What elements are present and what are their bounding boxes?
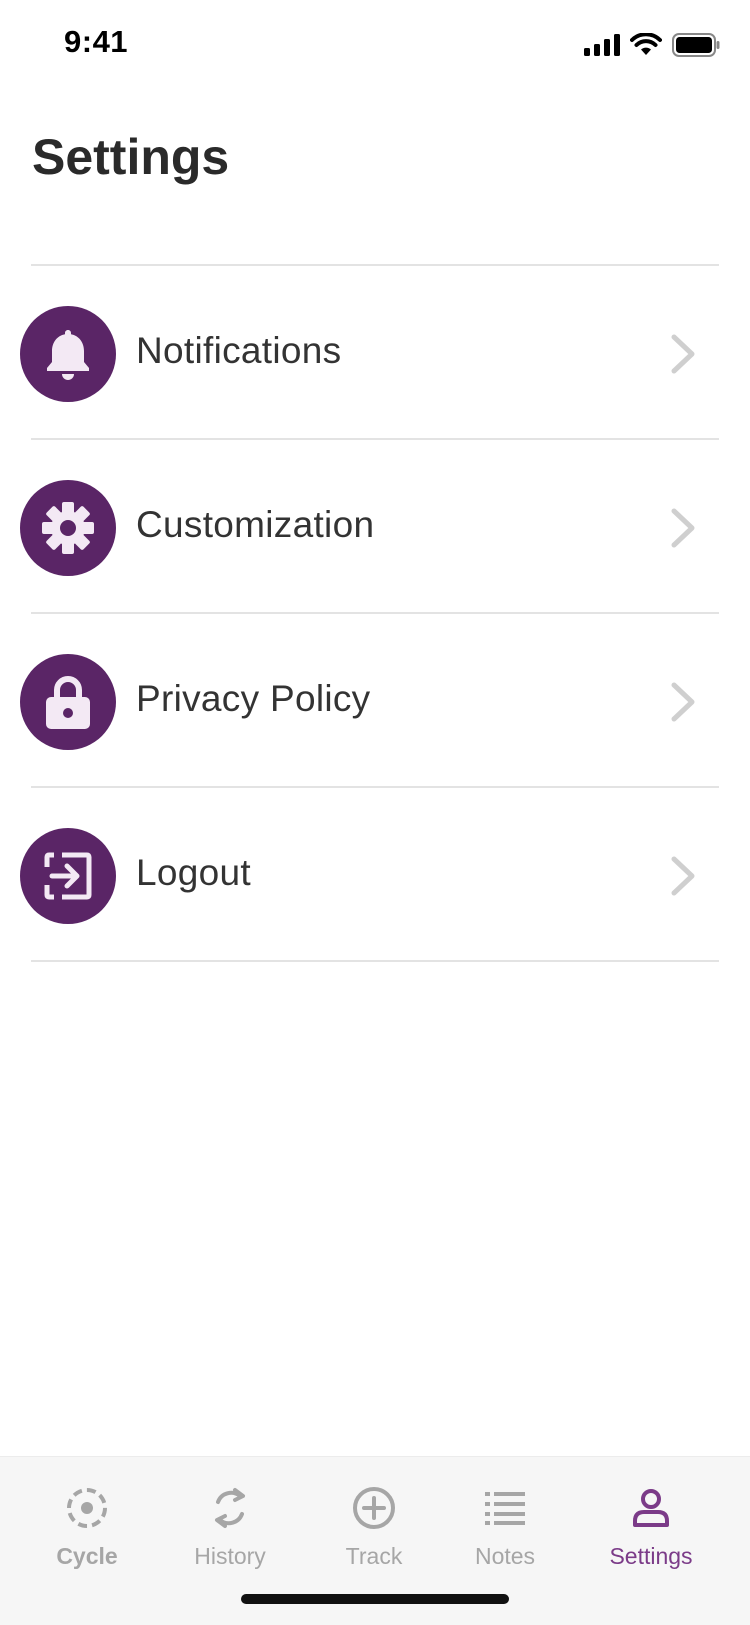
wifi-icon	[630, 33, 662, 55]
cycle-icon	[67, 1488, 107, 1528]
logout-icon-badge	[20, 828, 116, 924]
tab-track[interactable]: Track	[299, 1485, 449, 1570]
chevron-right-icon	[671, 334, 695, 374]
settings-row-label: Logout	[136, 852, 251, 893]
settings-row-label: Customization	[136, 504, 375, 545]
chevron-right-icon	[671, 508, 695, 548]
status-bar: 9:41	[0, 0, 750, 90]
tab-label: History	[194, 1543, 266, 1569]
tab-history[interactable]: History	[155, 1485, 305, 1570]
settings-row-notifications[interactable]: Notifications	[0, 266, 750, 440]
bell-icon	[47, 330, 89, 380]
settings-row-label: Notifications	[136, 330, 342, 371]
page-title: Settings	[32, 129, 230, 185]
row-divider	[31, 960, 719, 962]
add-circle-icon	[353, 1487, 395, 1529]
battery-icon	[672, 33, 720, 57]
settings-row-logout[interactable]: Logout	[0, 788, 750, 962]
person-icon	[633, 1489, 669, 1527]
tab-cycle[interactable]: Cycle	[12, 1485, 162, 1570]
tab-label: Track	[345, 1543, 403, 1569]
settings-row-label: Privacy Policy	[136, 678, 371, 719]
tab-settings[interactable]: Settings	[576, 1485, 726, 1570]
settings-list: Notifications Customization Privacy Poli…	[0, 266, 750, 962]
tab-notes[interactable]: Notes	[430, 1485, 580, 1570]
list-icon	[485, 1492, 525, 1525]
chevron-right-icon	[671, 682, 695, 722]
tab-label: Notes	[474, 1543, 536, 1569]
lock-icon	[46, 676, 90, 729]
status-icons	[584, 33, 720, 57]
logout-icon	[44, 852, 92, 900]
tab-label: Cycle	[56, 1543, 118, 1569]
bell-icon-badge	[20, 306, 116, 402]
status-time: 9:41	[64, 24, 129, 59]
settings-row-customization[interactable]: Customization	[0, 440, 750, 614]
lock-icon-badge	[20, 654, 116, 750]
tab-label: Settings	[609, 1543, 693, 1569]
chevron-right-icon	[671, 856, 695, 896]
home-indicator	[241, 1594, 509, 1604]
history-icon	[215, 1488, 245, 1528]
gear-icon-badge	[20, 480, 116, 576]
signal-icon	[584, 34, 620, 56]
gear-icon	[42, 502, 94, 554]
settings-row-privacy-policy[interactable]: Privacy Policy	[0, 614, 750, 788]
